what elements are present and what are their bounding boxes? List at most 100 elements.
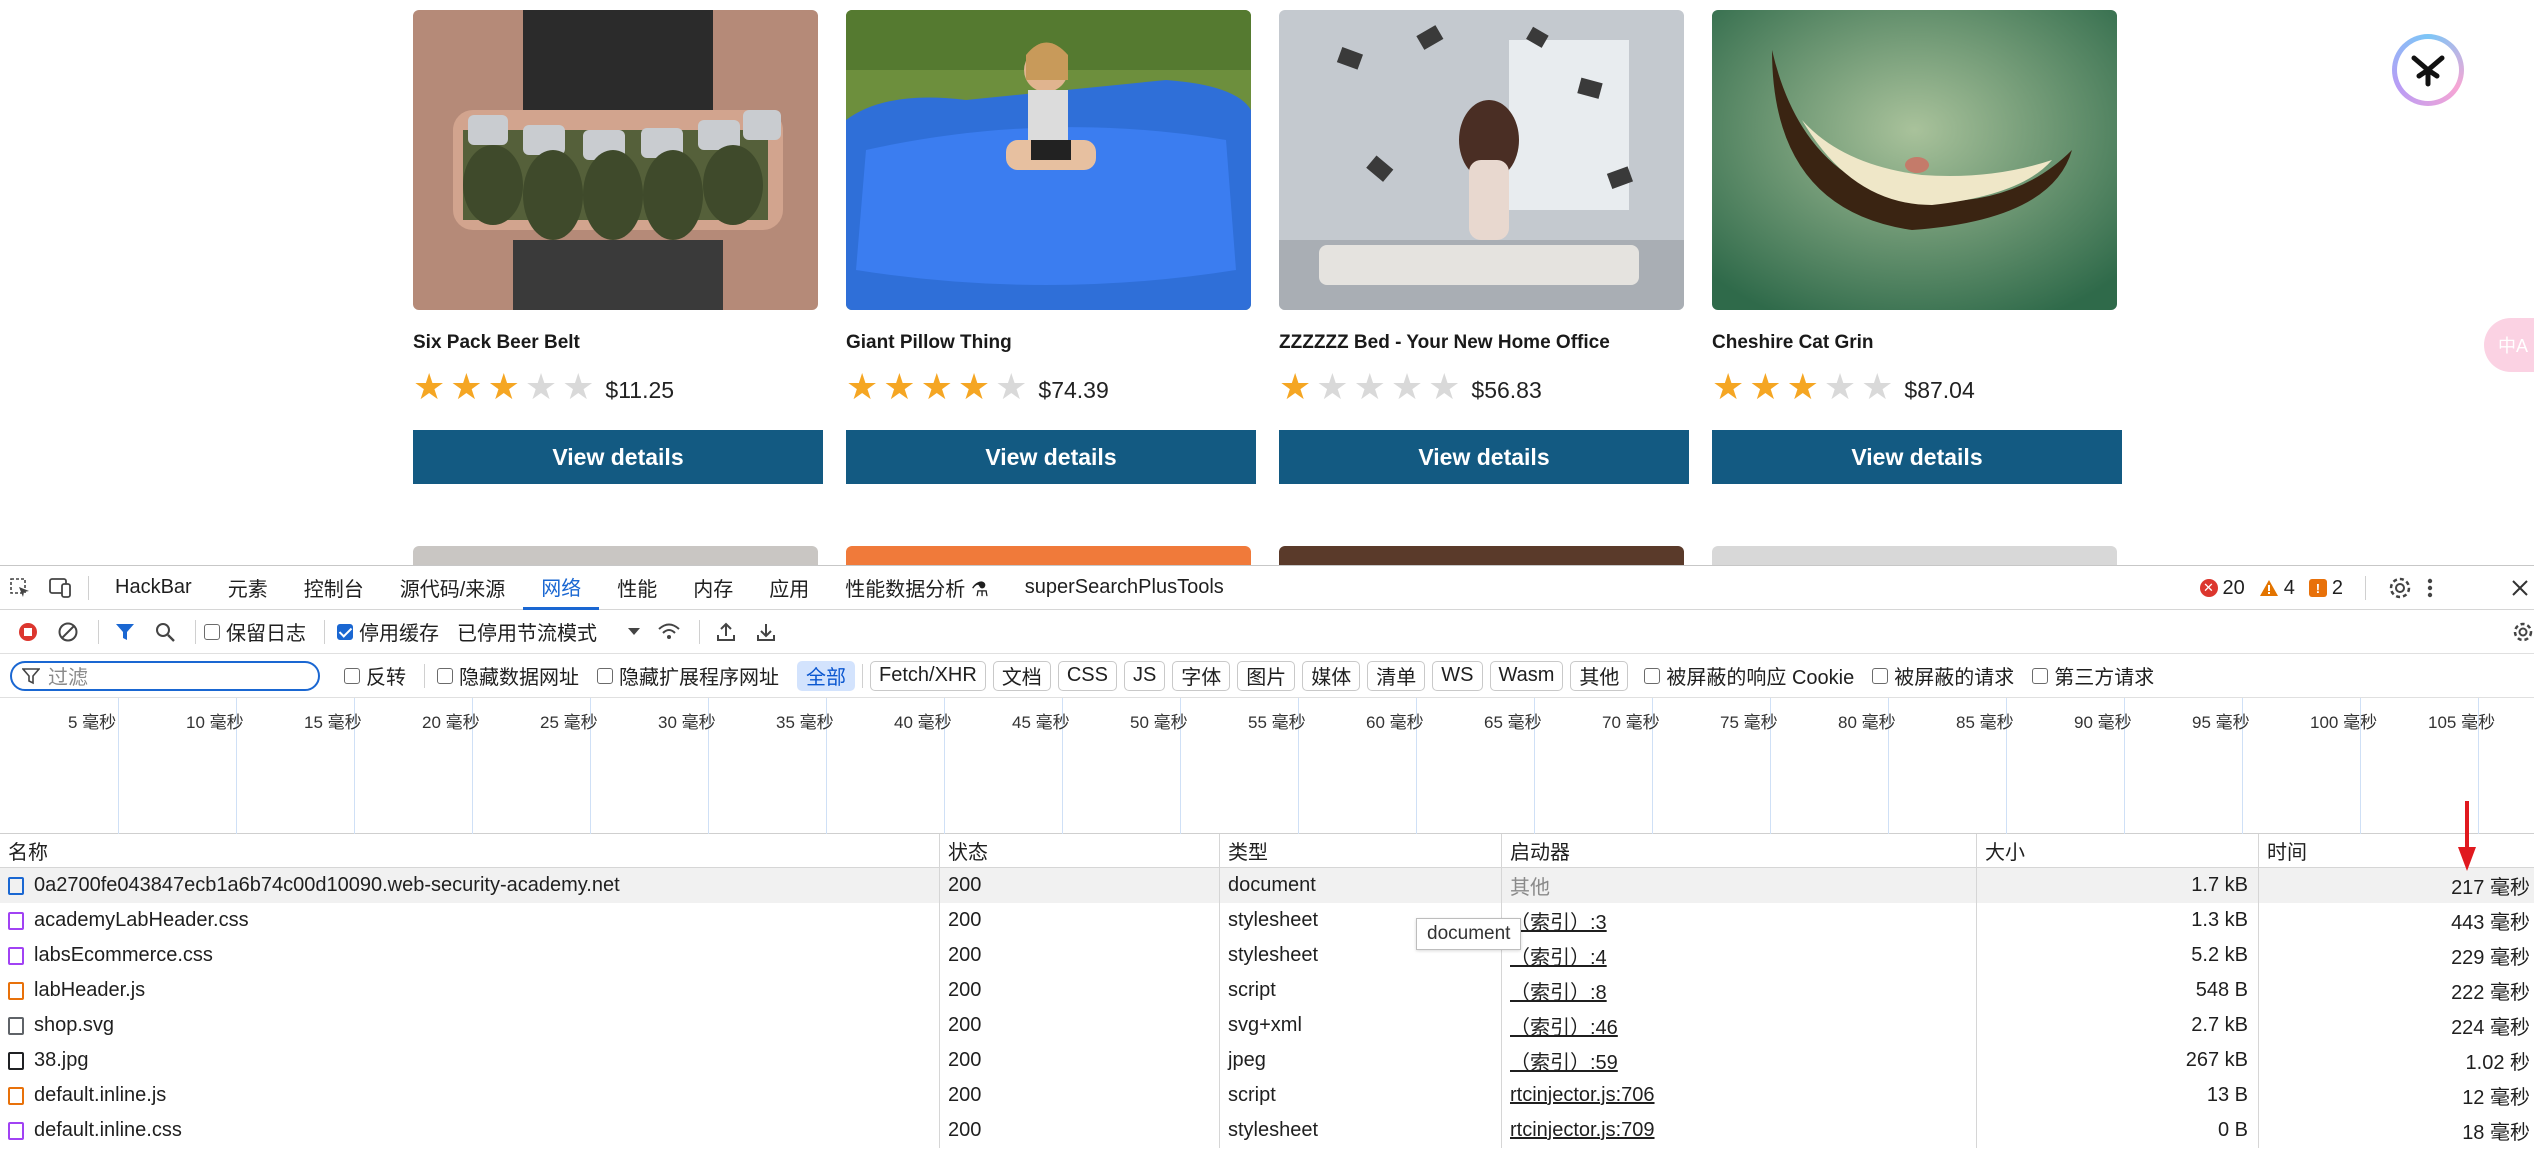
preserve-log-checkbox[interactable]: 保留日志	[204, 617, 306, 646]
column-header-type[interactable]: 类型	[1220, 834, 1502, 867]
column-header-time[interactable]: 时间	[2259, 834, 2534, 867]
type-filter-ws[interactable]: WS	[1432, 660, 1483, 691]
throttling-select[interactable]: 已停用节流模式	[457, 617, 641, 646]
tab-supersearchplustools[interactable]: superSearchPlusTools	[1007, 566, 1242, 610]
initiator-link[interactable]: （索引）:3	[1510, 906, 1607, 935]
search-icon[interactable]	[147, 614, 183, 650]
warning-count[interactable]: 4	[2259, 577, 2295, 600]
product-image-beer-belt[interactable]	[413, 10, 818, 310]
import-har-icon[interactable]	[708, 614, 744, 650]
issue-counts[interactable]: ✕ 20 4 ! 2	[2199, 566, 2435, 610]
request-initiator[interactable]: 其他	[1502, 868, 1977, 903]
column-header-name[interactable]: 名称	[0, 834, 940, 867]
checkbox-box[interactable]	[2032, 667, 2049, 684]
column-header-initiator[interactable]: 启动器	[1502, 834, 1977, 867]
initiator-link[interactable]: （索引）:4	[1510, 941, 1607, 970]
initiator-link[interactable]: （索引）:46	[1510, 1011, 1618, 1040]
table-row[interactable]: labsEcommerce.css 200 stylesheet （索引）:4 5.2 …	[0, 938, 2534, 973]
initiator-link[interactable]: （索引）:59	[1510, 1046, 1618, 1075]
request-name-cell[interactable]: default.inline.js	[0, 1078, 940, 1113]
tab-elements[interactable]: 元素	[210, 566, 286, 610]
extension-logo-icon[interactable]	[2392, 34, 2464, 106]
settings-gear-icon[interactable]	[2388, 576, 2412, 600]
request-name-cell[interactable]: 38.jpg	[0, 1043, 940, 1078]
type-filter-font[interactable]: 字体	[1172, 660, 1231, 691]
tab-sources[interactable]: 源代码/来源	[382, 566, 524, 610]
request-name-cell[interactable]: labsEcommerce.css	[0, 938, 940, 973]
tab-hackbar[interactable]: HackBar	[97, 566, 210, 610]
type-filter-other[interactable]: 其他	[1570, 660, 1629, 691]
close-devtools-icon[interactable]	[2510, 578, 2530, 598]
hide-extension-urls-checkbox[interactable]: 隐藏扩展程序网址	[597, 661, 779, 690]
network-settings-gear-icon[interactable]	[2512, 621, 2534, 643]
filter-input[interactable]: 过滤	[10, 660, 320, 691]
request-initiator[interactable]: （索引）:46	[1502, 1008, 1977, 1043]
table-row[interactable]: 38.jpg 200 jpeg （索引）:59 267 kB 1.02 秒	[0, 1043, 2534, 1078]
type-filter-img[interactable]: 图片	[1237, 660, 1296, 691]
product-image-giant-pillow[interactable]	[846, 10, 1251, 310]
export-har-icon[interactable]	[748, 614, 784, 650]
checkbox-box[interactable]	[337, 623, 353, 640]
request-initiator[interactable]: rtcinjector.js:706	[1502, 1078, 1977, 1113]
more-options-icon[interactable]	[2426, 576, 2434, 600]
third-party-checkbox[interactable]: 第三方请求	[2032, 661, 2154, 690]
checkbox-box[interactable]	[437, 667, 453, 684]
request-initiator[interactable]: （索引）:3	[1502, 903, 1977, 938]
type-filter-fetch-xhr[interactable]: Fetch/XHR	[870, 660, 986, 691]
invert-checkbox[interactable]: 反转	[344, 661, 406, 690]
tab-performance-insights[interactable]: 性能数据分析 ⚗	[827, 566, 1007, 610]
type-filter-doc[interactable]: 文档	[992, 660, 1051, 691]
blocked-requests-checkbox[interactable]: 被屏蔽的请求	[1872, 661, 2014, 690]
tab-console[interactable]: 控制台	[286, 566, 382, 610]
table-row[interactable]: default.inline.js 200 script rtcinjector.js…	[0, 1078, 2534, 1113]
tab-network[interactable]: 网络	[523, 566, 600, 610]
request-initiator[interactable]: （索引）:59	[1502, 1043, 1977, 1078]
request-initiator[interactable]: rtcinjector.js:709	[1502, 1113, 1977, 1148]
issues-count[interactable]: ! 2	[2308, 577, 2343, 600]
product-image-cheshire-cat-grin[interactable]	[1712, 10, 2117, 310]
product-image-zzzzzz-bed[interactable]	[1279, 10, 1684, 310]
type-filter-wasm[interactable]: Wasm	[1489, 660, 1564, 691]
type-filter-js[interactable]: JS	[1123, 660, 1166, 691]
initiator-link[interactable]: rtcinjector.js:706	[1510, 1084, 1655, 1107]
table-row[interactable]: shop.svg 200 svg+xml （索引）:46 2.7 kB 224 毫秒	[0, 1008, 2534, 1043]
device-toolbar-icon[interactable]	[40, 568, 80, 608]
request-name-cell[interactable]: default.inline.css	[0, 1113, 940, 1148]
type-filter-all[interactable]: 全部	[797, 660, 855, 691]
checkbox-box[interactable]	[597, 667, 613, 684]
initiator-link[interactable]: （索引）:8	[1510, 976, 1607, 1005]
request-name-cell[interactable]: 0a2700fe043847ecb1a6b74c00d10090.web-sec…	[0, 868, 940, 903]
error-count[interactable]: ✕ 20	[2199, 577, 2245, 600]
tab-memory[interactable]: 内存	[675, 566, 751, 610]
network-conditions-icon[interactable]	[651, 614, 687, 650]
disable-cache-checkbox[interactable]: 停用缓存	[337, 617, 439, 646]
tab-application[interactable]: 应用	[751, 566, 827, 610]
tab-performance[interactable]: 性能	[599, 566, 675, 610]
blocked-cookies-checkbox[interactable]: 被屏蔽的响应 Cookie	[1644, 661, 1854, 690]
filter-funnel-icon[interactable]	[107, 614, 143, 650]
checkbox-box[interactable]	[344, 667, 360, 684]
table-row[interactable]: 0a2700fe043847ecb1a6b74c00d10090.web-sec…	[0, 868, 2534, 903]
table-row[interactable]: academyLabHeader.css 200 stylesheet （索引）:3 1…	[0, 903, 2534, 938]
request-name-cell[interactable]: academyLabHeader.css	[0, 903, 940, 938]
network-timeline-overview[interactable]: 5 毫秒 10 毫秒 15 毫秒 20 毫秒 25 毫秒 30 毫秒 35 毫秒 40 毫秒 4…	[0, 698, 2534, 834]
view-details-button[interactable]: View details	[1712, 430, 2122, 484]
view-details-button[interactable]: View details	[846, 430, 1256, 484]
checkbox-box[interactable]	[1872, 667, 1889, 684]
clear-log-icon[interactable]	[50, 614, 86, 650]
record-stop-icon[interactable]	[10, 614, 46, 650]
view-details-button[interactable]: View details	[1279, 430, 1689, 484]
type-filter-css[interactable]: CSS	[1057, 660, 1117, 691]
request-initiator[interactable]: （索引）:8	[1502, 973, 1977, 1008]
checkbox-box[interactable]	[204, 623, 220, 640]
initiator-link[interactable]: rtcinjector.js:709	[1510, 1119, 1655, 1142]
column-header-status[interactable]: 状态	[940, 834, 1220, 867]
request-initiator[interactable]: （索引）:4	[1502, 938, 1977, 973]
request-name-cell[interactable]: shop.svg	[0, 1008, 940, 1043]
checkbox-box[interactable]	[1644, 667, 1661, 684]
view-details-button[interactable]: View details	[413, 430, 823, 484]
request-name-cell[interactable]: labHeader.js	[0, 973, 940, 1008]
table-row[interactable]: labHeader.js 200 script （索引）:8 548 B 222 毫秒	[0, 973, 2534, 1008]
type-filter-media[interactable]: 媒体	[1302, 660, 1361, 691]
column-header-size[interactable]: 大小	[1977, 834, 2259, 867]
